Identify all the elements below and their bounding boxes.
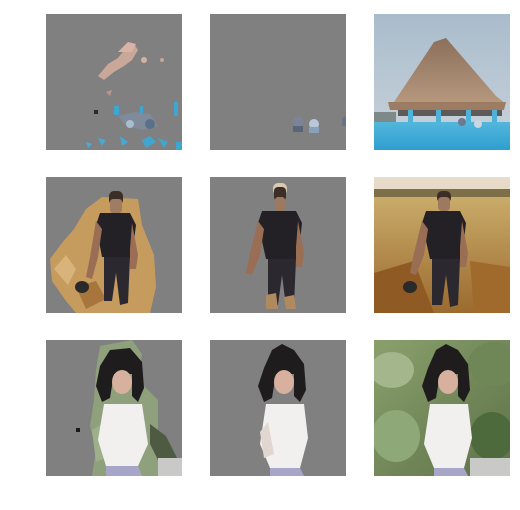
segmentation-figure	[0, 0, 520, 510]
row2-mask-a	[46, 177, 182, 313]
row2-original-photo	[374, 177, 510, 313]
row3-mask-b	[210, 340, 346, 476]
row2-mask-b	[210, 177, 346, 313]
row1-mask-b	[210, 14, 346, 150]
row1-mask-a	[46, 14, 182, 150]
row3-mask-a	[46, 340, 182, 476]
row3-original-photo	[374, 340, 510, 476]
row1-original-photo	[374, 14, 510, 150]
